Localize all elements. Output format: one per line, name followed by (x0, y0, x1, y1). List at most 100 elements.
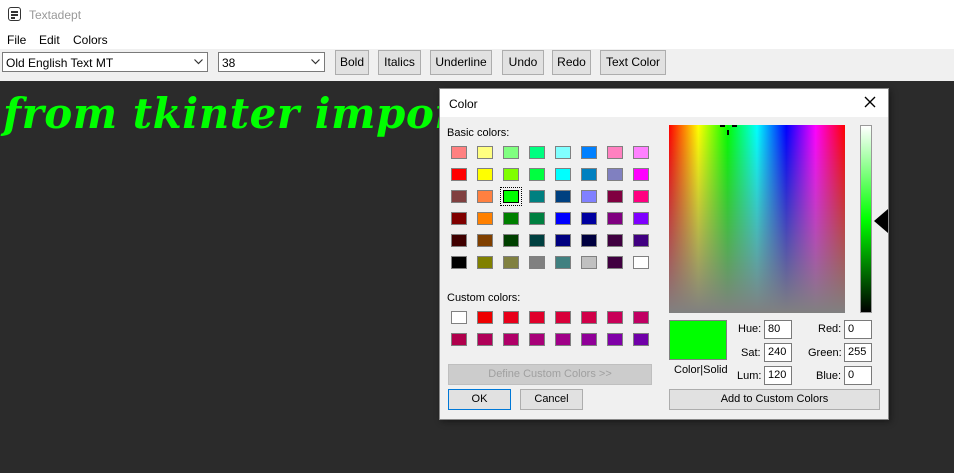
selected-color-swatch[interactable] (500, 187, 522, 206)
basic-color-swatch[interactable] (451, 190, 467, 203)
basic-color-swatch[interactable] (555, 212, 571, 225)
custom-color-swatch[interactable] (607, 333, 623, 346)
basic-color-swatch[interactable] (529, 212, 545, 225)
basic-color-swatch[interactable] (529, 190, 545, 203)
crosshair-icon (720, 125, 737, 135)
custom-color-swatch[interactable] (451, 333, 467, 346)
bold-button-label: Bold (339, 55, 365, 69)
basic-color-swatch[interactable] (503, 256, 519, 269)
basic-color-swatch[interactable] (451, 234, 467, 247)
toolbar: Old English Text MT 38 Bold Italics Unde… (0, 49, 954, 81)
basic-color-swatch[interactable] (555, 146, 571, 159)
basic-color-swatch[interactable] (607, 168, 623, 181)
font-size-combobox[interactable]: 38 (218, 52, 325, 72)
basic-color-swatch[interactable] (607, 146, 623, 159)
basic-color-swatch[interactable] (529, 168, 545, 181)
basic-color-swatch[interactable] (477, 168, 493, 181)
basic-color-swatch[interactable] (529, 256, 545, 269)
basic-color-swatch[interactable] (633, 212, 649, 225)
custom-color-swatch[interactable] (529, 333, 545, 346)
custom-color-swatch[interactable] (451, 311, 467, 324)
basic-color-swatch[interactable] (529, 234, 545, 247)
basic-color-swatch[interactable] (607, 212, 623, 225)
custom-color-swatch[interactable] (503, 311, 519, 324)
basic-color-swatch[interactable] (477, 212, 493, 225)
sat-field[interactable]: 240 (764, 343, 792, 362)
basic-color-swatch[interactable] (503, 212, 519, 225)
font-family-combobox[interactable]: Old English Text MT (2, 52, 208, 72)
basic-color-swatch[interactable] (529, 146, 545, 159)
custom-color-swatch[interactable] (477, 333, 493, 346)
blue-field[interactable]: 0 (844, 366, 872, 385)
basic-color-swatch[interactable] (581, 146, 597, 159)
custom-color-swatch[interactable] (555, 333, 571, 346)
basic-color-swatch[interactable] (607, 234, 623, 247)
custom-color-swatch[interactable] (633, 333, 649, 346)
custom-color-swatch[interactable] (477, 311, 493, 324)
define-custom-colors-button[interactable]: Define Custom Colors >> (448, 364, 652, 385)
basic-color-swatch[interactable] (477, 234, 493, 247)
basic-color-swatch[interactable] (581, 212, 597, 225)
basic-color-swatch[interactable] (451, 168, 467, 181)
basic-color-swatch[interactable] (581, 168, 597, 181)
custom-color-swatch[interactable] (607, 311, 623, 324)
green-field[interactable]: 255 (844, 343, 872, 362)
hue-field[interactable]: 80 (764, 320, 792, 339)
lum-field[interactable]: 120 (764, 366, 792, 385)
red-field[interactable]: 0 (844, 320, 872, 339)
basic-color-swatch[interactable] (633, 146, 649, 159)
basic-color-swatch[interactable] (451, 146, 467, 159)
basic-color-swatch[interactable] (633, 234, 649, 247)
basic-color-swatch[interactable] (451, 256, 467, 269)
menu-bar: File Edit Colors (0, 30, 954, 49)
add-to-custom-colors-button[interactable]: Add to Custom Colors (669, 389, 880, 410)
basic-color-swatch[interactable] (451, 212, 467, 225)
basic-color-swatch[interactable] (555, 190, 571, 203)
basic-color-swatch[interactable] (477, 146, 493, 159)
dialog-title: Color (449, 97, 478, 111)
close-icon[interactable] (862, 94, 878, 110)
custom-color-swatch[interactable] (633, 311, 649, 324)
italics-button-label: Italics (384, 55, 415, 69)
color-spectrum[interactable] (669, 125, 845, 313)
custom-color-swatch[interactable] (581, 333, 597, 346)
undo-button[interactable]: Undo (502, 50, 544, 75)
basic-color-swatch[interactable] (581, 234, 597, 247)
custom-color-swatch[interactable] (581, 311, 597, 324)
ok-button[interactable]: OK (448, 389, 511, 410)
basic-color-swatch[interactable] (477, 256, 493, 269)
bold-button[interactable]: Bold (335, 50, 369, 75)
basic-color-swatch[interactable] (503, 146, 519, 159)
basic-color-swatch[interactable] (633, 190, 649, 203)
underline-button[interactable]: Underline (430, 50, 492, 75)
title-bar: Textadept (0, 0, 954, 30)
custom-color-swatch[interactable] (503, 333, 519, 346)
custom-color-swatch[interactable] (555, 311, 571, 324)
cancel-button[interactable]: Cancel (520, 389, 583, 410)
basic-color-swatch[interactable] (555, 168, 571, 181)
text-color-button[interactable]: Text Color (600, 50, 666, 75)
basic-color-swatch[interactable] (555, 234, 571, 247)
basic-color-swatch[interactable] (633, 256, 649, 269)
basic-color-swatch[interactable] (503, 168, 519, 181)
basic-color-swatch[interactable] (477, 190, 493, 203)
menu-file[interactable]: File (7, 33, 26, 47)
basic-color-swatch[interactable] (581, 256, 597, 269)
color-solid-label: Color|Solid (674, 364, 728, 376)
basic-color-swatch[interactable] (607, 256, 623, 269)
basic-color-swatch[interactable] (503, 234, 519, 247)
define-custom-colors-label: Define Custom Colors >> (488, 368, 612, 380)
menu-colors[interactable]: Colors (73, 33, 108, 47)
luminosity-slider[interactable] (860, 125, 872, 313)
basic-color-swatch[interactable] (607, 190, 623, 203)
redo-button[interactable]: Redo (552, 50, 591, 75)
italics-button[interactable]: Italics (378, 50, 421, 75)
luminosity-pointer-icon[interactable] (874, 209, 888, 233)
menu-edit[interactable]: Edit (39, 33, 60, 47)
custom-color-swatch[interactable] (529, 311, 545, 324)
basic-color-swatch[interactable] (633, 168, 649, 181)
color-preview (669, 320, 727, 360)
redo-button-label: Redo (557, 55, 586, 69)
basic-color-swatch[interactable] (555, 256, 571, 269)
basic-color-swatch[interactable] (581, 190, 597, 203)
